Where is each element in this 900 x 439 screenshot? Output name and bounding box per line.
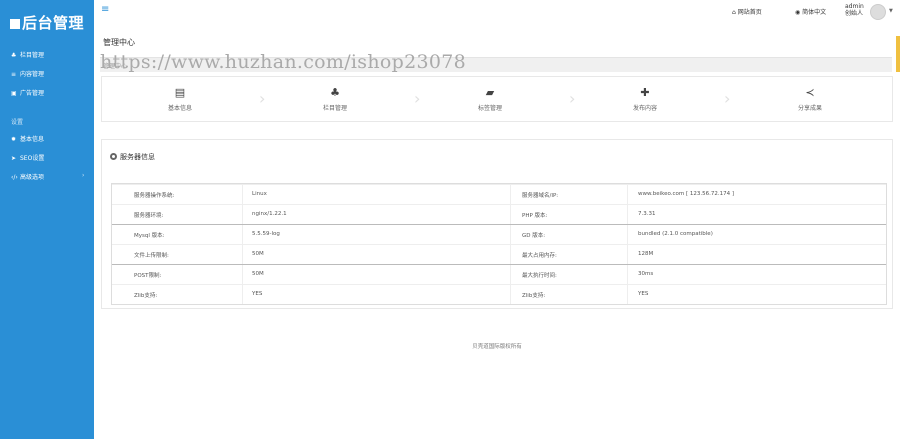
share-icon: ≺	[805, 86, 815, 99]
table-row: 服务器操作系统: Linux 服务器域名/IP: www.beikeo.com [ 1…	[112, 184, 886, 204]
sidebar-item-label: 基本信息	[20, 136, 45, 143]
gear-icon: ✹	[11, 136, 17, 143]
sidebar-item-ads[interactable]: ▣ 广告管理	[11, 88, 44, 97]
avatar[interactable]	[870, 4, 886, 20]
watermark-text: https://www.huzhan.com/ishop23078	[100, 51, 467, 73]
separator-chevron-icon: ›	[569, 89, 576, 108]
sidebar-item-advanced[interactable]: ‹/› 高级选项	[11, 172, 44, 181]
plus-icon: ✚	[640, 86, 650, 99]
server-info-table: 服务器操作系统: Linux 服务器域名/IP: www.beikeo.com [ 1…	[111, 183, 887, 305]
quick-link-label: 栏目管理	[322, 105, 347, 112]
info-value: Linux	[252, 191, 267, 197]
code-icon: ‹/›	[11, 174, 18, 181]
sidebar-item-label: SEO设置	[20, 155, 45, 162]
info-value: 5.5.59-log	[252, 231, 280, 237]
app-logo[interactable]: 后台管理	[10, 12, 84, 33]
quick-link-basic-info[interactable]: ▤ 基本信息	[145, 77, 215, 121]
info-key: 最大执行时间:	[522, 273, 557, 279]
image-icon: ▣	[11, 90, 17, 97]
server-info-heading: 服务器信息	[110, 152, 155, 162]
info-key: Zlib支持:	[134, 293, 158, 299]
card-icon: ▤	[174, 86, 186, 99]
quick-link-share[interactable]: ≺ 分享成果	[775, 77, 845, 121]
info-value: www.beikeo.com [ 123.56.72.174 ]	[638, 191, 735, 197]
quick-link-publish[interactable]: ✚ 发布内容	[610, 77, 680, 121]
chevron-right-icon: ›	[82, 172, 85, 179]
username: admin	[845, 3, 864, 10]
user-role: 创始人	[845, 10, 864, 17]
info-key: 服务器环境:	[134, 213, 164, 219]
sitemap-icon: ♣	[11, 52, 17, 59]
circle-icon	[110, 153, 117, 160]
sidebar-item-label: 栏目管理	[20, 52, 45, 59]
info-key: PHP 版本:	[522, 213, 548, 219]
sidebar-item-label: 内容管理	[20, 71, 45, 78]
info-key: 最大占用内存:	[522, 253, 557, 259]
language-label: 简体中文	[802, 9, 827, 16]
list-icon: ≡	[11, 71, 17, 78]
info-key: 服务器域名/IP:	[522, 193, 559, 199]
quick-link-label: 基本信息	[167, 105, 192, 112]
footer-copyright: 贝壳道国际版权所有	[472, 344, 522, 350]
table-row: Zlib支持: YES Zlib支持: YES	[112, 284, 886, 304]
server-info-panel: 服务器信息 服务器操作系统: Linux 服务器域名/IP: www.beikeo.c…	[101, 139, 893, 309]
sidebar: 后台管理 ♣ 栏目管理 ≡ 内容管理 ▣ 广告管理 设置 ✹ 基本信息 ➤ SEO设置 ‹…	[0, 0, 94, 439]
info-key: 文件上传限制:	[134, 253, 169, 259]
table-row: POST限制: 50M 最大执行时间: 30ms	[112, 264, 886, 284]
main-content: 管理中心 管理中心 https://www.huzhan.com/ishop23…	[94, 28, 900, 439]
quick-link-label: 标签管理	[477, 105, 502, 112]
sidebar-item-columns[interactable]: ♣ 栏目管理	[11, 50, 44, 59]
info-key: POST限制:	[134, 273, 162, 279]
sidebar-item-basic-info[interactable]: ✹ 基本信息	[11, 134, 44, 143]
sidebar-item-content[interactable]: ≡ 内容管理	[11, 69, 44, 78]
sitemap-icon: ♣	[330, 86, 340, 99]
separator-chevron-icon: ›	[259, 89, 266, 108]
sidebar-group-settings: 设置	[11, 119, 24, 126]
info-key: GD 版本:	[522, 233, 546, 239]
page-title: 管理中心	[103, 38, 135, 47]
language-link[interactable]: ◉ 简体中文	[795, 7, 826, 16]
separator-chevron-icon: ›	[724, 89, 731, 108]
top-bar: ≡ ⌂ 网站首页 ◉ 简体中文 admin 创始人 ▼	[94, 0, 900, 28]
site-home-label: 网站首页	[737, 9, 762, 16]
scrollbar[interactable]	[896, 36, 900, 72]
folder-icon: ▰	[485, 86, 495, 99]
info-key: 服务器操作系统:	[134, 193, 175, 199]
chevron-down-icon[interactable]: ▼	[889, 8, 893, 14]
quick-link-label: 分享成果	[797, 105, 822, 112]
table-row: 文件上传限制: 50M 最大占用内存: 128M	[112, 244, 886, 264]
send-icon: ➤	[11, 155, 17, 162]
info-value: bundled (2.1.0 compatible)	[638, 231, 713, 237]
info-value: 128M	[638, 251, 654, 257]
server-info-title: 服务器信息	[120, 153, 155, 161]
site-home-link[interactable]: ⌂ 网站首页	[732, 7, 762, 16]
info-value: 50M	[252, 271, 264, 277]
logo-mark-icon	[10, 19, 20, 29]
quick-link-tags[interactable]: ▰ 标签管理	[455, 77, 525, 121]
info-value: nginx/1.22.1	[252, 211, 287, 217]
info-value: 7.3.31	[638, 211, 656, 217]
info-value: YES	[638, 291, 649, 297]
sidebar-item-seo[interactable]: ➤ SEO设置	[11, 153, 44, 162]
sidebar-item-label: 高级选项	[20, 174, 45, 181]
separator-chevron-icon: ›	[414, 89, 421, 108]
quick-link-columns[interactable]: ♣ 栏目管理	[300, 77, 370, 121]
info-value: YES	[252, 291, 263, 297]
info-key: Mysql 版本:	[134, 233, 165, 239]
quick-link-label: 发布内容	[632, 105, 657, 112]
info-value: 50M	[252, 251, 264, 257]
quick-links-panel: ▤ 基本信息 › ♣ 栏目管理 › ▰ 标签管理 › ✚ 发布内容 › ≺ 分享成果	[101, 76, 893, 122]
sidebar-item-label: 广告管理	[20, 90, 45, 97]
table-row: 服务器环境: nginx/1.22.1 PHP 版本: 7.3.31	[112, 204, 886, 224]
user-menu[interactable]: admin 创始人	[845, 3, 864, 17]
table-row: Mysql 版本: 5.5.59-log GD 版本: bundled (2.1.0 …	[112, 224, 886, 244]
menu-toggle-icon[interactable]: ≡	[101, 4, 109, 15]
info-key: Zlib支持:	[522, 293, 546, 299]
logo-text: 后台管理	[22, 14, 85, 32]
info-value: 30ms	[638, 271, 654, 277]
